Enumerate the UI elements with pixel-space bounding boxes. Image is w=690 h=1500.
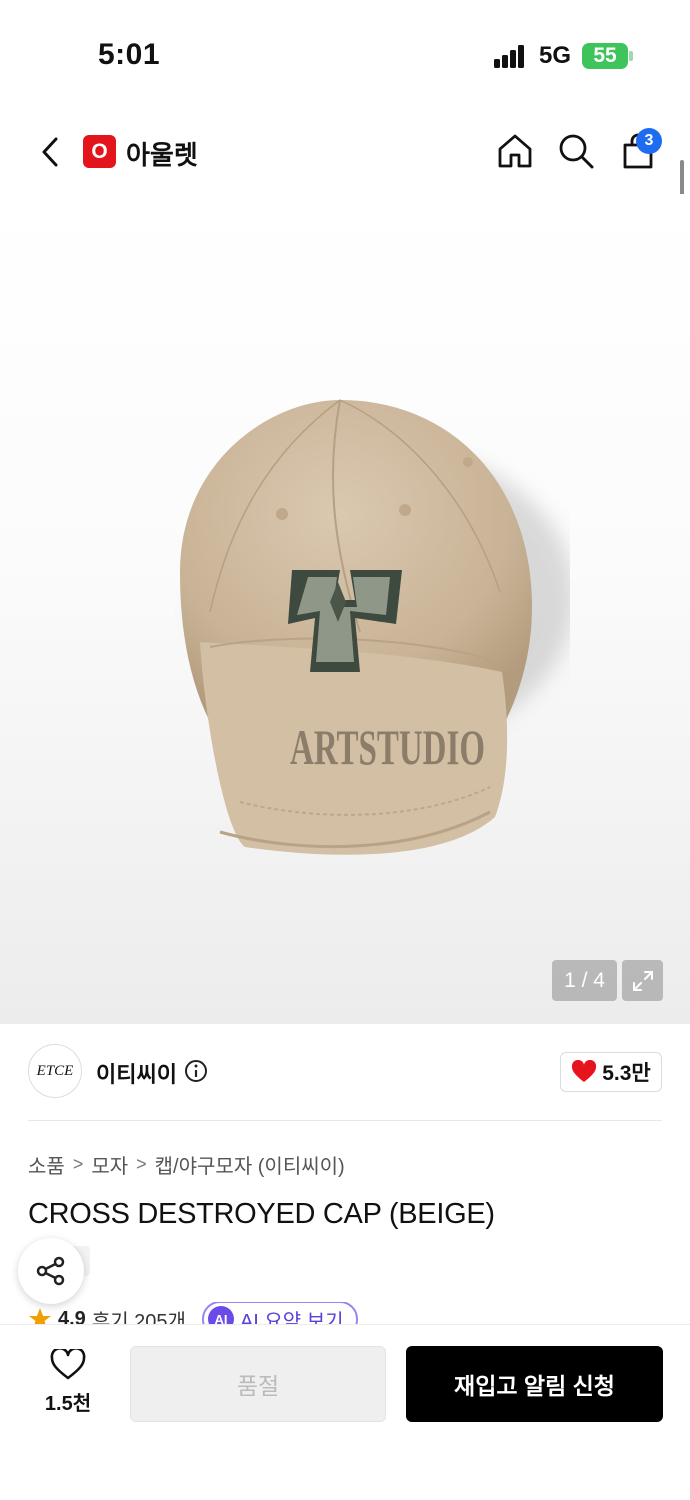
- product-image: ARTSTUDIO: [180, 399, 570, 855]
- breadcrumb: 소품 > 모자 > 캡/야구모자 (이티씨이): [28, 1150, 345, 1179]
- status-bar: 5:01 5G 55: [0, 0, 690, 100]
- share-button[interactable]: [18, 1238, 84, 1304]
- soldout-button[interactable]: 품절: [130, 1346, 386, 1422]
- brand-name[interactable]: 이티씨이: [96, 1057, 177, 1089]
- heart-filled-icon: [572, 1060, 597, 1082]
- home-icon: [498, 134, 532, 168]
- cart-count-badge: 3: [636, 128, 662, 154]
- battery-level: 55: [593, 44, 617, 67]
- share-icon: [36, 1256, 65, 1286]
- brand-logo[interactable]: ETCE: [28, 1044, 82, 1098]
- divider: [28, 1120, 662, 1121]
- app-title[interactable]: 아울렛: [126, 135, 198, 172]
- wishlist-button[interactable]: 1.5천: [30, 1349, 106, 1419]
- app-header: O 아울렛: [0, 110, 690, 194]
- wishlist-count: 1.5천: [44, 1393, 92, 1415]
- breadcrumb-item[interactable]: 모자: [91, 1150, 128, 1179]
- brand-like-button[interactable]: 5.3만: [560, 1052, 662, 1092]
- bottom-action-bar: 1.5천 품절 재입고 알림 신청: [0, 1324, 690, 1500]
- breadcrumb-item[interactable]: 캡/야구모자 (이티씨이): [155, 1150, 345, 1179]
- breadcrumb-item[interactable]: 소품: [28, 1150, 65, 1179]
- battery-tip: [629, 51, 633, 61]
- expand-image-button[interactable]: [622, 960, 663, 1001]
- heart-outline-icon: [50, 1349, 86, 1380]
- info-icon[interactable]: [184, 1059, 208, 1083]
- search-button[interactable]: [553, 128, 599, 174]
- brand-row: ETCE 이티씨이 5.3만: [0, 1024, 690, 1120]
- back-button[interactable]: [30, 130, 70, 174]
- product-image-gallery[interactable]: ARTSTUDIO 1 / 4: [0, 194, 690, 1024]
- expand-icon: [632, 970, 653, 991]
- image-counter: 1 / 4: [552, 960, 617, 1001]
- back-arrow-icon: [42, 137, 58, 167]
- cap-embroidery-text: ARTSTUDIO: [290, 719, 485, 775]
- brand-like-count: 5.3만: [602, 1062, 651, 1085]
- restock-alert-button[interactable]: 재입고 알림 신청: [406, 1346, 663, 1422]
- home-button[interactable]: [492, 128, 538, 174]
- chevron-right-icon: >: [136, 1154, 147, 1174]
- chevron-right-icon: >: [72, 1154, 84, 1174]
- outlet-logo[interactable]: O: [83, 135, 116, 168]
- cellular-signal-icon: [494, 44, 526, 68]
- status-time: 5:01: [98, 38, 161, 71]
- product-title: CROSS DESTROYED CAP (BEIGE): [28, 1198, 495, 1230]
- battery-icon: 55: [582, 43, 628, 69]
- network-type: 5G: [539, 42, 572, 69]
- search-icon: [559, 134, 594, 169]
